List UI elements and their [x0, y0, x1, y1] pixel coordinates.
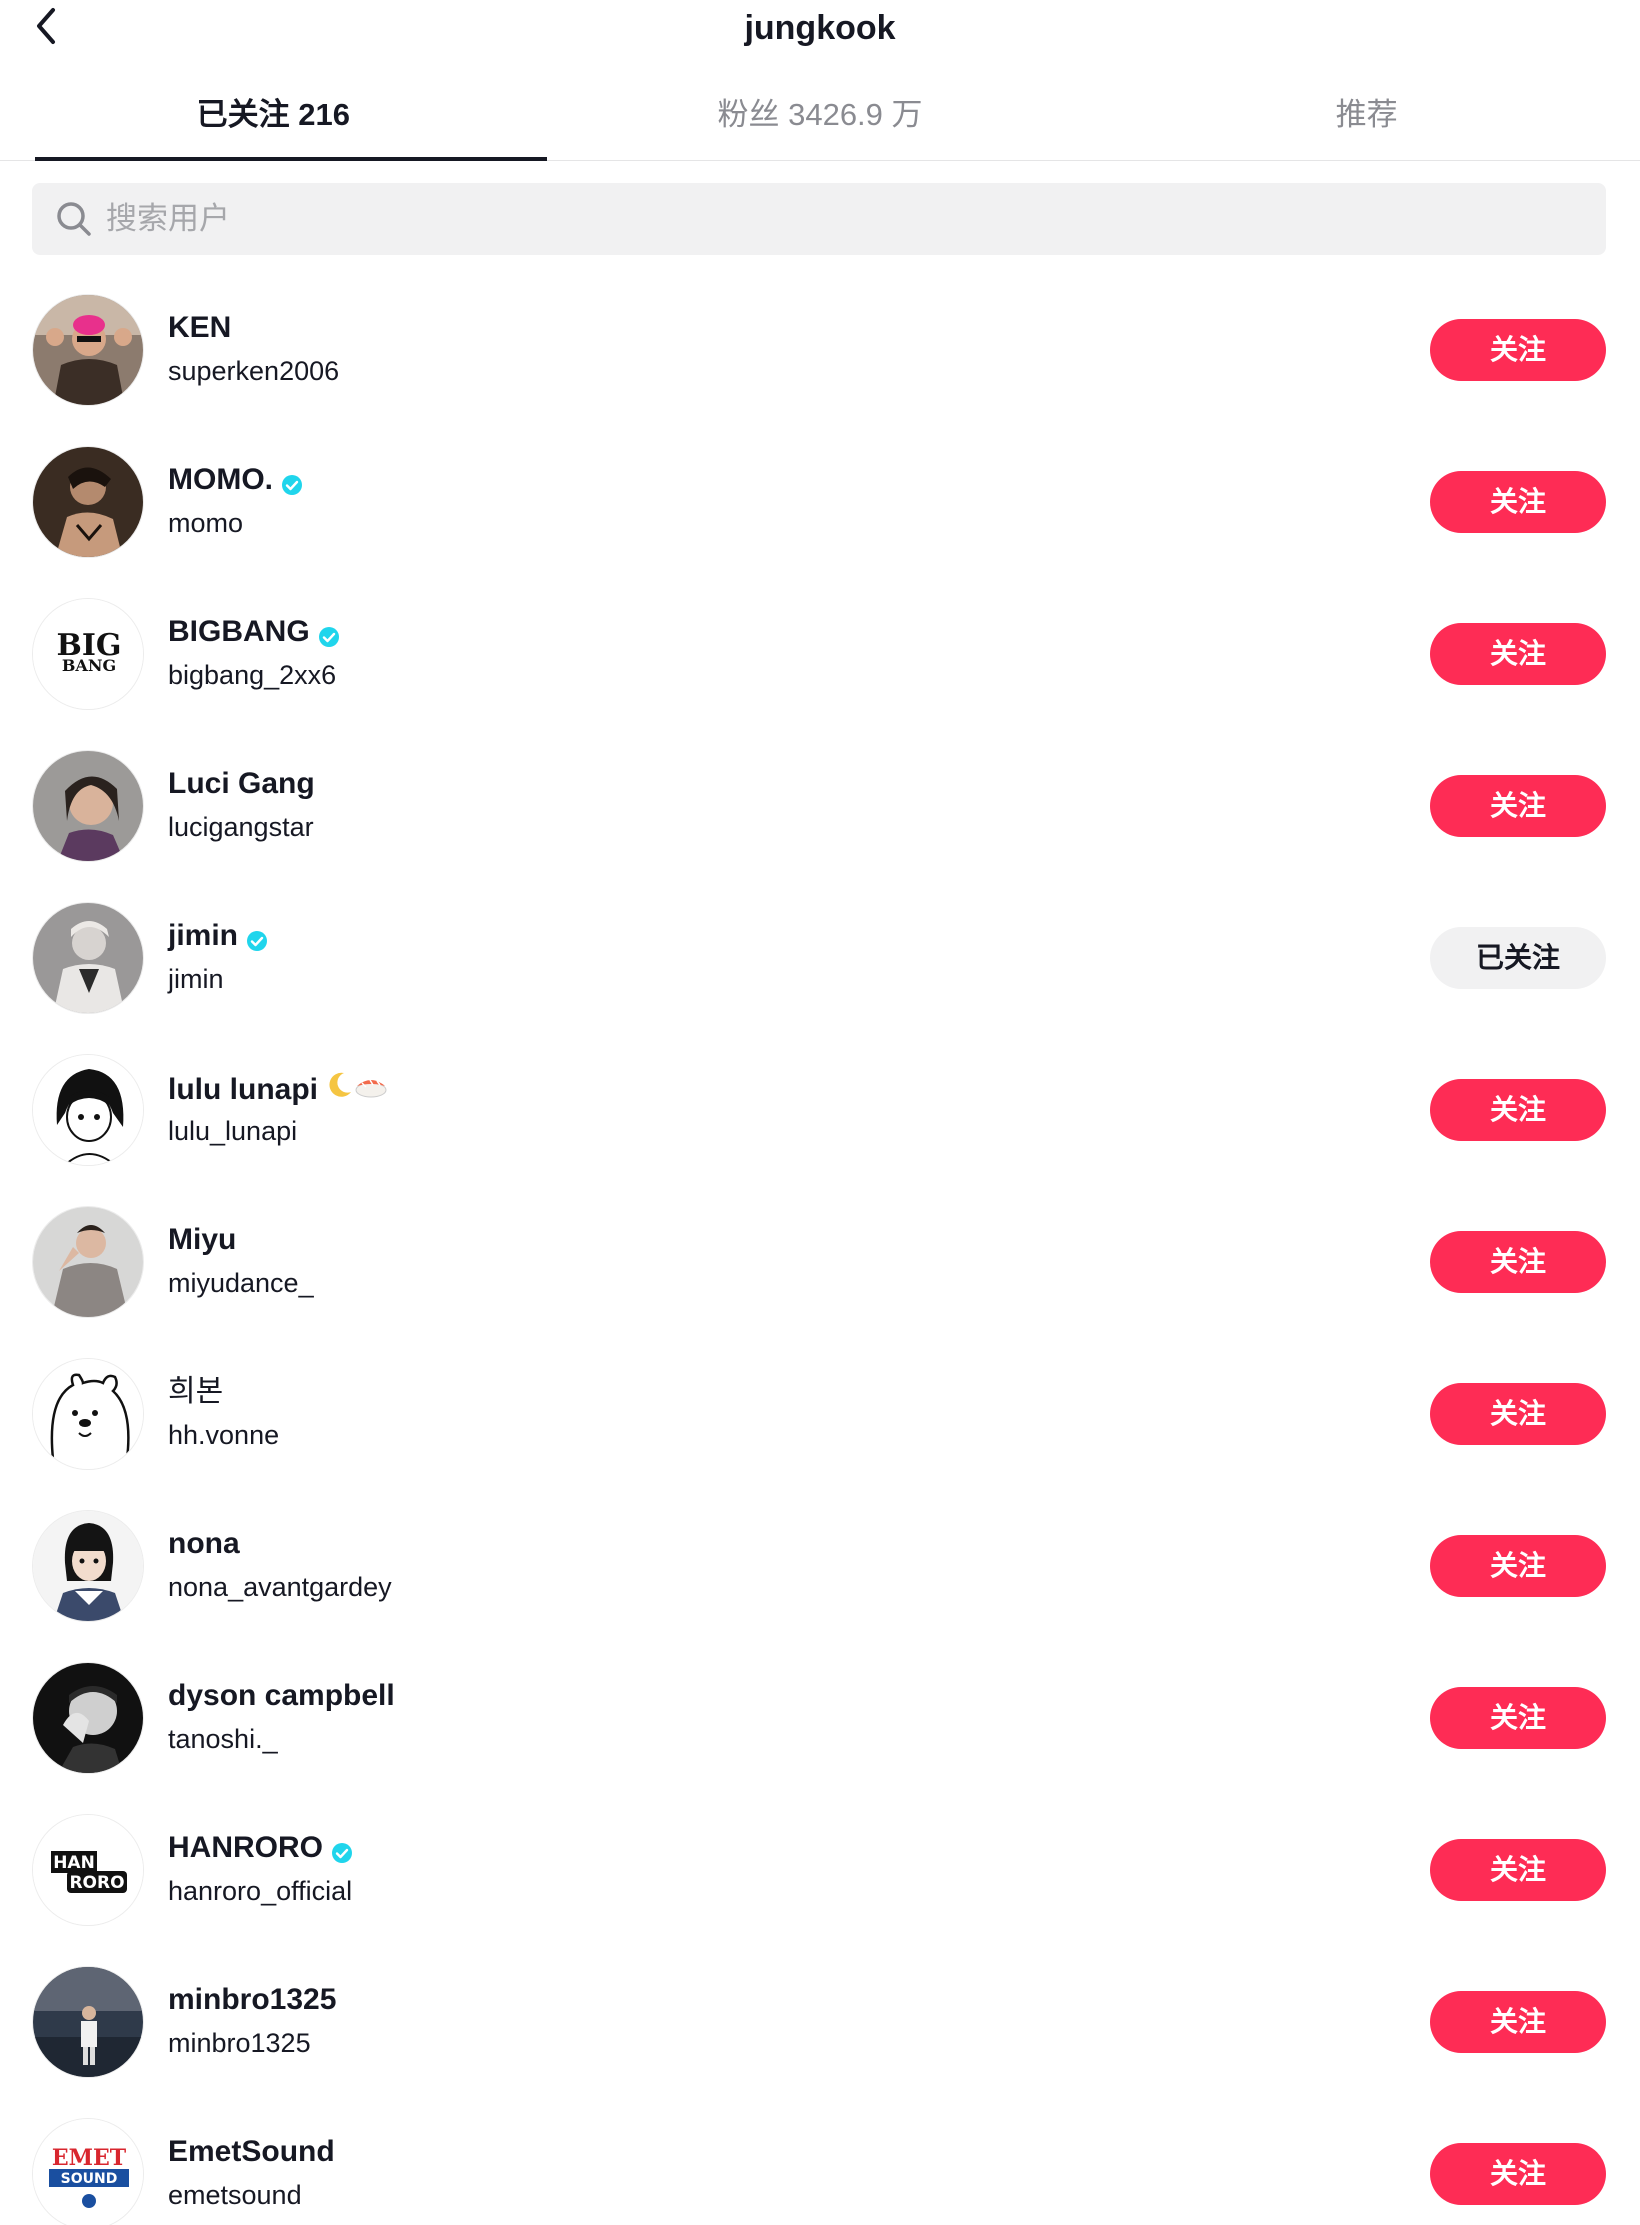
following-page: jungkook 已关注 216 粉丝 3426.9 万 推荐 搜索用户 KEN… [0, 0, 1640, 2225]
avatar[interactable]: HAN RORO [32, 1814, 144, 1926]
user-handle: lulu_lunapi [168, 1116, 298, 1146]
user-handle: minbro1325 [168, 2028, 311, 2058]
user-name: HANRORO [168, 1831, 323, 1864]
avatar[interactable] [32, 1358, 144, 1470]
user-name: jimin [168, 919, 239, 952]
user-handle: bigbang_2xx6 [168, 660, 337, 690]
user-handle: tanoshi._ [168, 1724, 278, 1754]
sushi-emoji-icon [354, 1070, 388, 1109]
moon-emoji-icon [324, 1070, 354, 1109]
user-name: minbro1325 [168, 1983, 337, 2016]
avatar[interactable]: EMET SOUND [32, 2118, 144, 2225]
user-row[interactable]: KEN superken2006 关注 [0, 294, 1640, 446]
user-handle: lucigangstar [168, 812, 314, 842]
search-input[interactable] [104, 200, 1508, 238]
avatar[interactable] [32, 1662, 144, 1774]
follow-button[interactable]: 关注 [1430, 1991, 1606, 2053]
user-handle: momo [168, 508, 244, 538]
user-handle: superken2006 [168, 356, 340, 386]
logo-text: BANG [62, 656, 116, 675]
avatar[interactable] [32, 1966, 144, 2078]
user-name: Luci Gang [168, 767, 315, 800]
search-icon [54, 199, 94, 239]
user-handle: jimin [168, 964, 224, 994]
user-name: nona [168, 1527, 240, 1560]
follow-button[interactable]: 关注 [1430, 775, 1606, 837]
user-list: KEN superken2006 关注 MOMO. momo 关注 BIG BA… [0, 294, 1640, 2225]
top-bar: jungkook [0, 0, 1640, 60]
user-handle: emetsound [168, 2180, 302, 2210]
logo-text: HAN [53, 1853, 95, 1873]
user-row[interactable]: 희본 hh.vonne 关注 [0, 1358, 1640, 1510]
user-handle: hh.vonne [168, 1420, 280, 1450]
verified-badge-icon [281, 469, 303, 495]
user-row[interactable]: Miyu miyudance_ 关注 [0, 1206, 1640, 1358]
page-title: jungkook [744, 9, 896, 47]
user-name: EmetSound [168, 2135, 335, 2168]
logo-text: RORO [69, 1873, 124, 1893]
user-row[interactable]: lulu lunapi lulu_lunapi 关注 [0, 1054, 1640, 1206]
avatar[interactable] [32, 750, 144, 862]
user-row[interactable]: Luci Gang lucigangstar 关注 [0, 750, 1640, 902]
logo-text: EMET [52, 2145, 127, 2171]
user-handle: nona_avantgardey [168, 1572, 392, 1602]
verified-badge-icon [246, 925, 268, 951]
follow-button[interactable]: 关注 [1430, 1079, 1606, 1141]
verified-badge-icon [331, 1837, 353, 1863]
avatar[interactable] [32, 1054, 144, 1166]
avatar[interactable]: BIG BANG [32, 598, 144, 710]
user-name: Miyu [168, 1223, 237, 1256]
logo-text: SOUND [61, 2171, 118, 2187]
avatar[interactable] [32, 1510, 144, 1622]
follow-button[interactable]: 关注 [1430, 1839, 1606, 1901]
user-handle: miyudance_ [168, 1268, 314, 1298]
user-row[interactable]: minbro1325 minbro1325 关注 [0, 1966, 1640, 2118]
tab-following[interactable]: 已关注 216 [0, 80, 547, 161]
follow-button[interactable]: 关注 [1430, 2143, 1606, 2205]
avatar[interactable] [32, 294, 144, 406]
tab-suggested[interactable]: 推荐 [1093, 80, 1640, 160]
follow-button[interactable]: 关注 [1430, 1231, 1606, 1293]
user-name: lulu lunapi [168, 1072, 318, 1106]
user-row[interactable]: BIG BANG BIGBANG bigbang_2xx6 关注 [0, 598, 1640, 750]
user-handle: hanroro_official [168, 1876, 353, 1906]
search-bar[interactable] [32, 183, 1606, 255]
user-row[interactable]: MOMO. momo 关注 [0, 446, 1640, 598]
tab-followers[interactable]: 粉丝 3426.9 万 [547, 80, 1094, 160]
following-button[interactable]: 已关注 [1430, 927, 1606, 989]
user-name: MOMO. [168, 463, 273, 496]
avatar[interactable] [32, 1206, 144, 1318]
user-row[interactable]: dyson campbell tanoshi._ 关注 [0, 1662, 1640, 1814]
avatar[interactable] [32, 446, 144, 558]
user-row[interactable]: nona nona_avantgardey 关注 [0, 1510, 1640, 1662]
user-row[interactable]: jimin jimin 已关注 [0, 902, 1640, 1054]
user-name: dyson campbell [168, 1679, 395, 1712]
tab-bar: 已关注 216 粉丝 3426.9 万 推荐 [0, 80, 1640, 161]
follow-button[interactable]: 关注 [1430, 471, 1606, 533]
user-name: KEN [168, 311, 232, 344]
user-row[interactable]: EMET SOUND EmetSound emetsound 关注 [0, 2118, 1640, 2225]
follow-button[interactable]: 关注 [1430, 1383, 1606, 1445]
follow-button[interactable]: 关注 [1430, 1687, 1606, 1749]
follow-button[interactable]: 关注 [1430, 623, 1606, 685]
follow-button[interactable]: 关注 [1430, 1535, 1606, 1597]
user-row[interactable]: HAN RORO HANRORO hanroro_official 关注 [0, 1814, 1640, 1966]
user-name: 희본 [168, 1375, 224, 1408]
verified-badge-icon [318, 621, 340, 647]
follow-button[interactable]: 关注 [1430, 319, 1606, 381]
avatar[interactable] [32, 902, 144, 1014]
user-name: BIGBANG [168, 615, 310, 648]
